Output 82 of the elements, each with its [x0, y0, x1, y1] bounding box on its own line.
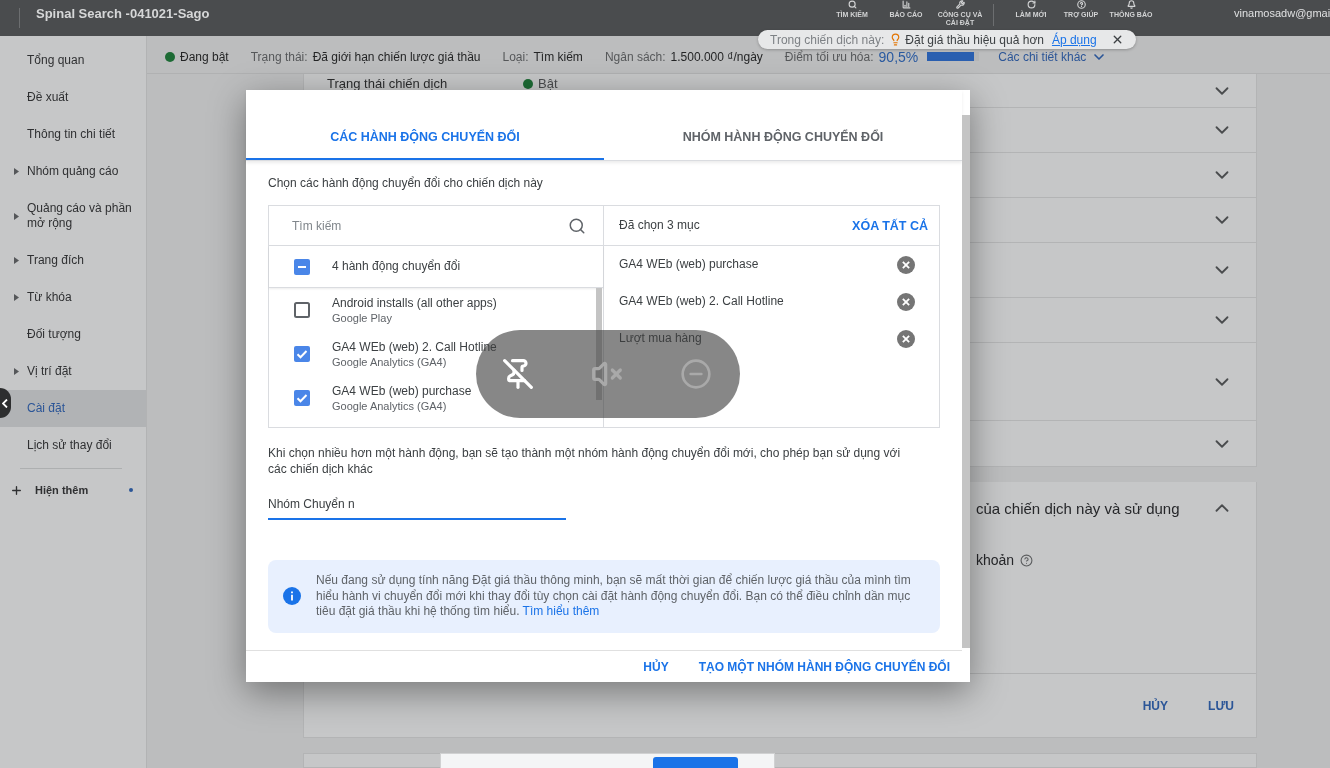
conversion-source: Google Analytics (GA4): [332, 398, 448, 413]
remove-button[interactable]: [897, 292, 915, 311]
wrench-icon: [955, 0, 965, 9]
search-icon[interactable]: [568, 216, 586, 235]
conversion-name: GA4 WEb (web) purchase: [332, 383, 472, 399]
conversion-source: Google Analytics (GA4): [332, 354, 448, 369]
account-title: Spinal Search -041021-Sago: [36, 6, 210, 21]
status-value: Tìm kiếm: [533, 49, 583, 64]
selected-conversion: GA4 WEb (web) purchase: [619, 257, 759, 272]
section-button[interactable]: HỦY: [1142, 694, 1169, 717]
info-text: Nếu đang sử dụng tính năng Đặt giá thầu thông minh, bạn sẽ mất thời gian để chiến lược giá thầu của mình tìm hiểu hành vi chuyển đổi mới khi thay đổi tùy chọn cài đặt hành động chuyển đổi. Bạn có thể điều chỉnh dần mục tiêu đặt giá thầu khi hệ thống tìm hiểu. Tìm hiểu thêm: [316, 573, 912, 620]
help-icon[interactable]: [1020, 553, 1034, 567]
group-name-field[interactable]: Nhóm Chuyển n: [268, 490, 566, 520]
campaign-status: Đang bật: [180, 49, 229, 64]
selected-count: Đã chọn 3 mục: [619, 218, 700, 233]
sidebar-item[interactable]: Quảng cáo và phần mở rộng: [0, 190, 146, 242]
collapse-button[interactable]: [0, 388, 11, 418]
remove-icon: [897, 255, 915, 274]
sidebar-item[interactable]: Đối tượng: [0, 316, 146, 353]
select-all-label: 4 hành động chuyển đổi: [332, 259, 461, 274]
sidebar-item[interactable]: Cài đặt: [0, 390, 146, 427]
scrollbar[interactable]: [596, 288, 602, 400]
chip-prefix: Trong chiến dịch này:: [770, 32, 885, 47]
help-icon: [1076, 0, 1086, 9]
remove-button[interactable]: [897, 255, 915, 274]
status-label: Ngân sách:: [604, 49, 666, 64]
setting-label: Trạng thái chiến dịch: [327, 76, 449, 91]
checkbox[interactable]: [294, 302, 310, 318]
dialog-tab[interactable]: NHÓM HÀNH ĐỘNG CHUYỂN ĐỔI: [604, 90, 962, 160]
pin-off-icon[interactable]: [502, 358, 534, 390]
section-title: của chiến dịch này và sử dụng: [976, 499, 1180, 517]
checkbox[interactable]: [294, 258, 310, 275]
status-dot-icon: [523, 78, 533, 89]
show-more-link[interactable]: Hiện thêm: [0, 469, 146, 511]
field-label: khoản: [976, 552, 1015, 568]
optimization-label: Điểm tối ưu hóa:: [784, 49, 874, 64]
selected-conversion: Lượt mua hàng: [619, 331, 702, 346]
dialog-instruction: Chọn các hành động chuyển đổi cho chiến dịch này: [268, 176, 544, 190]
show-more-label: Hiện thêm: [35, 484, 89, 496]
user-email: vinamosadw@gmai: [1234, 7, 1330, 20]
checkbox[interactable]: [294, 346, 310, 362]
scrollbar[interactable]: [962, 115, 970, 648]
status-dot-icon: [165, 51, 175, 62]
conversion-name: Android installs (all other apps): [332, 295, 497, 311]
sidebar-item[interactable]: Trang đích: [0, 242, 146, 279]
sidebar-item[interactable]: Tổng quan: [0, 42, 146, 79]
status-value: 1.500.000 ₫/ngày: [670, 49, 763, 64]
chip-message: Đặt giá thầu hiệu quả hơn: [905, 32, 1044, 47]
dialog-note: Khi chọn nhiều hơn một hành động, bạn sẽ tạo thành một nhóm hành động chuyển đổi mới, cho phép bạn sử dụng với các chiến dịch khác: [268, 445, 902, 477]
status-label: Trạng thái:: [250, 49, 308, 64]
dialog-button[interactable]: HỦY: [643, 657, 669, 676]
sidebar-item[interactable]: Nhóm quảng cáo: [0, 153, 146, 190]
info-icon: [283, 587, 301, 606]
bar-chart-icon: [901, 0, 911, 9]
selected-conversion: GA4 WEb (web) 2. Call Hotline: [619, 294, 784, 309]
sidebar-item[interactable]: Vị trí đặt: [0, 353, 146, 390]
remove-button[interactable]: [897, 329, 915, 348]
sidebar-item[interactable]: Lịch sử thay đổi: [0, 427, 146, 464]
remove-icon: [897, 329, 915, 348]
remove-icon: [897, 292, 915, 311]
chevron-left-icon: [2, 398, 8, 408]
conversion-source: Google Play: [332, 310, 393, 325]
status-label: Loại:: [502, 49, 529, 64]
search-icon: [847, 0, 857, 9]
dialog-button[interactable]: TẠO MỘT NHÓM HÀNH ĐỘNG CHUYỂN ĐỔI: [698, 657, 950, 676]
setting-value: Bật: [538, 76, 558, 91]
sidebar-item[interactable]: Từ khóa: [0, 279, 146, 316]
apply-link[interactable]: Áp dụng: [1051, 32, 1097, 47]
refresh-icon: [1026, 0, 1036, 9]
sidebar-item[interactable]: Đề xuất: [0, 79, 146, 116]
plus-icon: [10, 483, 23, 497]
search-field[interactable]: Tìm kiếm: [292, 213, 560, 238]
dialog-tab[interactable]: CÁC HÀNH ĐỘNG CHUYỂN ĐỔI: [246, 90, 604, 160]
sidebar-item[interactable]: Thông tin chi tiết: [0, 116, 146, 153]
bell-icon: [1126, 0, 1136, 9]
details-link[interactable]: Các chi tiết khác: [998, 49, 1087, 64]
section-button[interactable]: LƯU: [1208, 694, 1234, 717]
optimization-score: 90,5%: [878, 48, 919, 65]
clear-all-button[interactable]: XÓA TẤT CẢ: [852, 216, 928, 235]
learn-more-link[interactable]: Tìm hiểu thêm: [522, 604, 600, 618]
checkbox[interactable]: [294, 390, 310, 406]
status-value: Đã giới hạn chiến lược giá thầu: [312, 49, 481, 64]
